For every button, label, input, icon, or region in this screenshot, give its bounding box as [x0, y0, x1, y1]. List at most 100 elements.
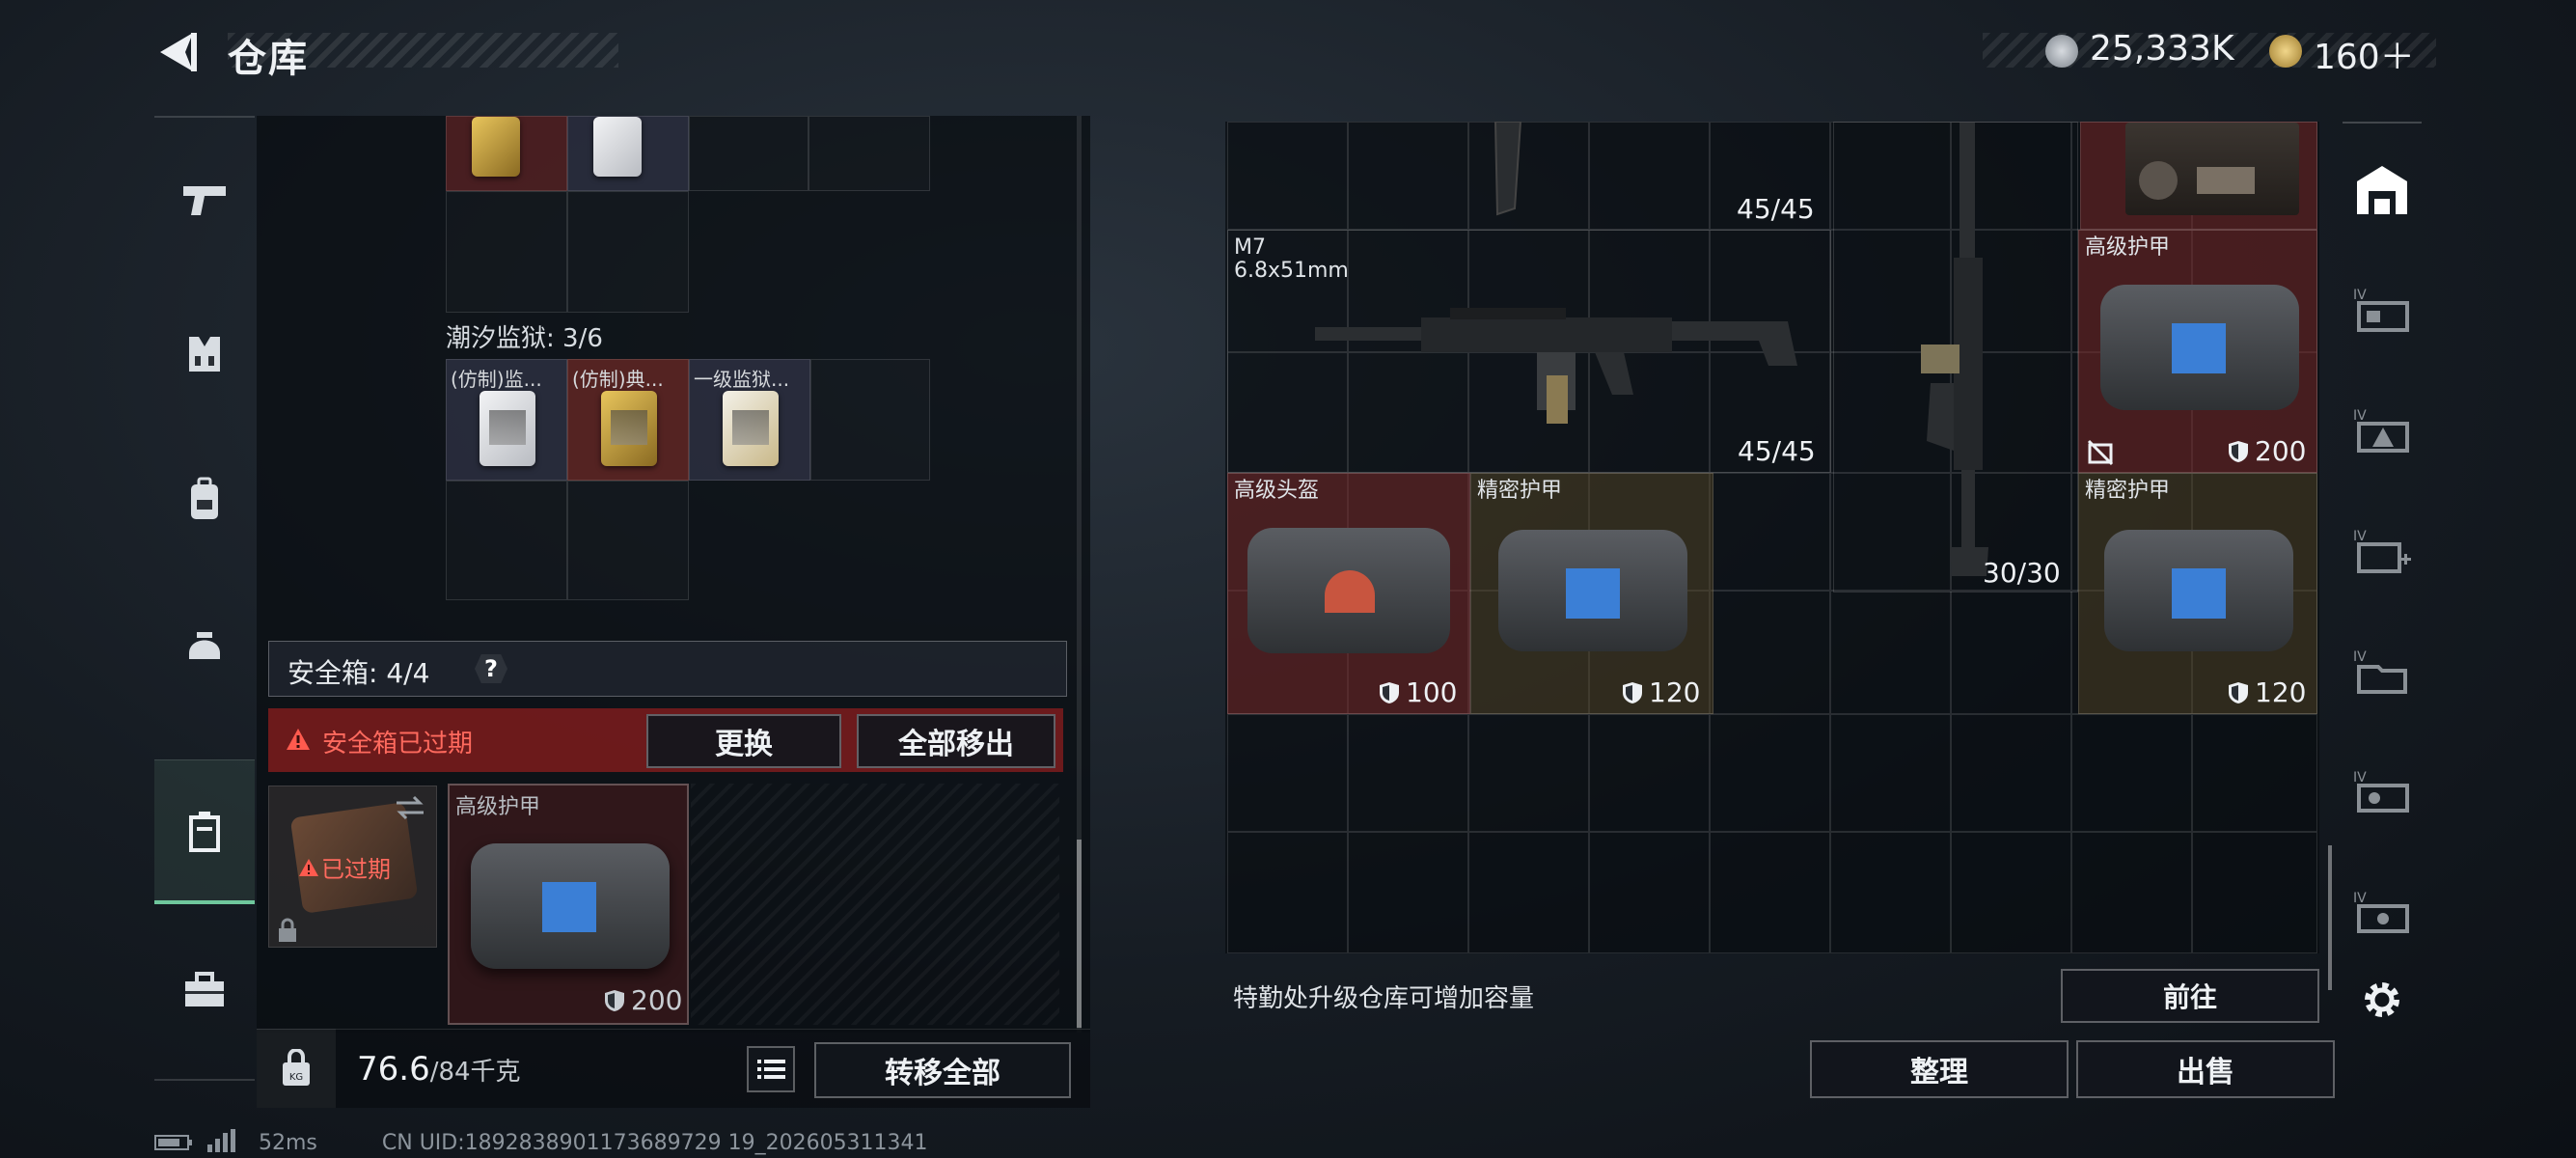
empty-slot[interactable] — [1468, 714, 1589, 832]
empty-slot[interactable] — [2071, 714, 2192, 832]
empty-slot[interactable] — [810, 359, 930, 481]
safe-box-item-slot[interactable]: 高级护甲 200 — [448, 784, 689, 1025]
item-slot-precision-armor[interactable]: 精密护甲 120 — [2078, 473, 2317, 714]
durability-value: 200 — [2255, 435, 2307, 467]
empty-slot[interactable] — [1710, 591, 1830, 714]
empty-slot[interactable] — [808, 116, 930, 191]
empty-slot[interactable] — [1589, 714, 1710, 832]
keycard-label: (仿制)监... — [451, 368, 542, 391]
organize-button[interactable]: 整理 — [1810, 1040, 2069, 1098]
goto-button[interactable]: 前往 — [2061, 969, 2319, 1023]
weapon-slot-rifle[interactable]: 30/30 — [1833, 122, 2078, 593]
warning-icon — [299, 858, 318, 876]
item-slot-armor[interactable]: 高级护甲 200 — [2078, 230, 2317, 473]
item-slot[interactable] — [446, 116, 567, 191]
vest-icon — [189, 337, 220, 372]
keycard-image — [593, 117, 642, 177]
empty-slot[interactable] — [1468, 832, 1589, 953]
keycard-image — [472, 117, 520, 177]
weapon-ammo: 45/45 — [1738, 435, 1816, 467]
nav-safe-box[interactable] — [154, 759, 255, 904]
back-button[interactable] — [154, 27, 203, 77]
nav-storage-4[interactable]: IV — [2343, 614, 2422, 730]
nav-helmet[interactable] — [154, 571, 255, 716]
empty-slot[interactable] — [1830, 714, 1951, 832]
storage-5-icon: IV — [2353, 770, 2409, 813]
nav-storage-3[interactable]: IV — [2343, 493, 2422, 609]
gold-currency-button[interactable]: 160＋ — [2314, 29, 2415, 79]
keycard-slot[interactable]: (仿制)典... — [567, 359, 689, 481]
right-scrollbar[interactable] — [2328, 845, 2332, 990]
empty-slot[interactable] — [446, 191, 567, 313]
empty-slot[interactable] — [1951, 591, 2071, 714]
safe-case-slot[interactable]: 已过期 — [268, 786, 437, 948]
empty-slot[interactable] — [2192, 714, 2317, 832]
nav-storage-1[interactable]: IV — [2343, 252, 2422, 368]
nav-storage-2[interactable]: IV — [2343, 372, 2422, 488]
durability: 200 — [2228, 435, 2306, 467]
right-nav: IV IV IV IV IV IV — [2343, 122, 2422, 1067]
empty-slot[interactable] — [567, 481, 689, 600]
empty-slot[interactable] — [1710, 714, 1830, 832]
settings-button[interactable] — [2343, 956, 2422, 1043]
empty-slot[interactable] — [1951, 832, 2071, 953]
nav-weapons[interactable] — [154, 127, 255, 272]
nav-storage-6[interactable]: IV — [2343, 855, 2422, 971]
empty-slot[interactable] — [689, 116, 808, 191]
item-slot-helmet[interactable]: 高级头盔 100 — [1227, 473, 1470, 714]
svg-text:IV: IV — [2353, 408, 2367, 424]
empty-slot[interactable] — [1348, 832, 1468, 953]
battery-icon — [154, 1135, 192, 1150]
empty-slot[interactable] — [1227, 122, 1348, 230]
storage-2-icon: IV — [2353, 408, 2409, 453]
item-slot-precision-armor[interactable]: 精密护甲 120 — [1470, 473, 1713, 714]
empty-slot[interactable] — [1710, 832, 1830, 953]
storage-3-icon: IV — [2353, 529, 2411, 573]
nav-backpack[interactable] — [154, 427, 255, 571]
weapon-slot-m7[interactable]: M7 6.8x51mm 45/45 — [1227, 230, 1831, 473]
keycard-slot[interactable]: (仿制)监... — [446, 359, 567, 481]
nav-warehouse[interactable] — [2343, 131, 2422, 247]
left-scrollbar-thumb[interactable] — [1077, 840, 1082, 1028]
shield-icon — [1623, 682, 1642, 703]
warning-icon — [287, 729, 310, 750]
help-button[interactable]: ? — [475, 654, 507, 683]
item-slot[interactable] — [567, 116, 689, 191]
weight-lock-button[interactable]: KG — [257, 1029, 336, 1108]
empty-slot[interactable] — [2192, 832, 2317, 953]
replace-button[interactable]: 更换 — [646, 714, 841, 768]
keycard-slot[interactable]: 一级监狱... — [689, 359, 810, 481]
durability: 200 — [604, 984, 682, 1016]
empty-slot[interactable] — [1830, 832, 1951, 953]
no-repair-icon — [2087, 439, 2114, 466]
transfer-all-button[interactable]: 转移全部 — [814, 1042, 1071, 1098]
nav-toolbox[interactable] — [154, 919, 255, 1063]
empty-slot[interactable] — [1589, 832, 1710, 953]
armor-bag-image — [2100, 285, 2299, 410]
empty-slot[interactable] — [1227, 714, 1348, 832]
empty-slot[interactable] — [1589, 122, 1710, 230]
empty-slot[interactable] — [446, 481, 567, 600]
list-view-button[interactable] — [747, 1046, 795, 1092]
empty-slot[interactable] — [1710, 473, 1830, 591]
item-slot[interactable] — [2080, 122, 2317, 230]
nav-vest[interactable] — [154, 282, 255, 427]
backpack-icon — [191, 477, 218, 519]
remove-all-button[interactable]: 全部移出 — [857, 714, 1055, 768]
empty-slot[interactable] — [1348, 122, 1468, 230]
weight-icon: KG — [283, 1049, 310, 1086]
empty-slot[interactable] — [1830, 591, 1951, 714]
empty-slot[interactable] — [1348, 714, 1468, 832]
keycard-label: 一级监狱... — [694, 368, 790, 391]
empty-slot[interactable] — [567, 191, 689, 313]
vertical-rifle-image — [1921, 123, 1988, 576]
status-line: 52ms CN UID:1892838901173689729 19_20260… — [154, 1129, 928, 1155]
empty-slot[interactable] — [1227, 832, 1348, 953]
swap-icon[interactable] — [395, 794, 425, 821]
silver-coin-icon — [2045, 35, 2078, 68]
radio-device-image — [2125, 123, 2299, 215]
empty-slot[interactable] — [1951, 714, 2071, 832]
empty-slot[interactable] — [2071, 832, 2192, 953]
nav-storage-5[interactable]: IV — [2343, 734, 2422, 850]
sell-button[interactable]: 出售 — [2076, 1040, 2335, 1098]
